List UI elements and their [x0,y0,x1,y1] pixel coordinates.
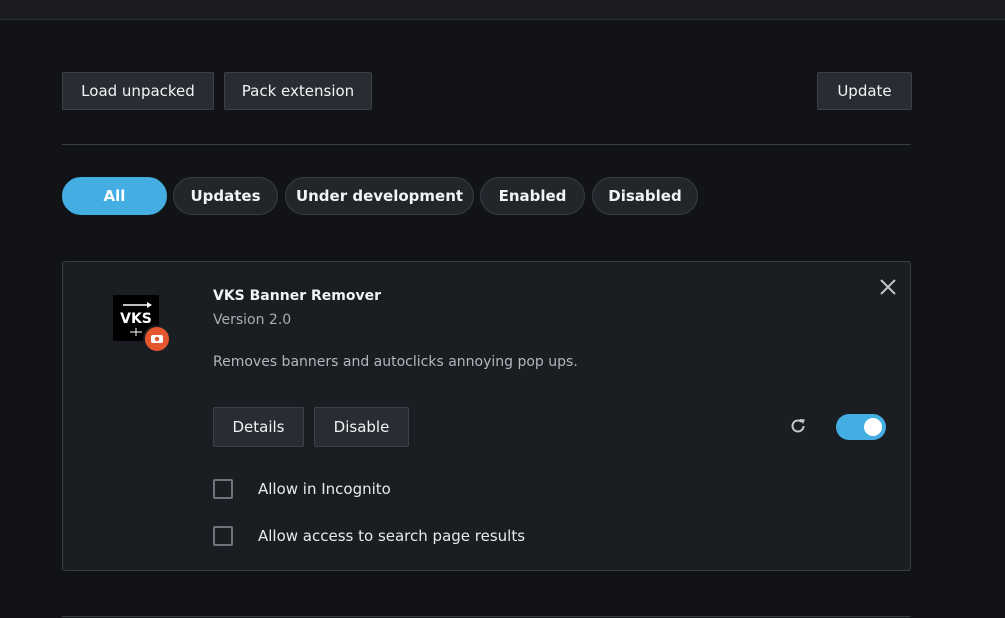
details-button[interactable]: Details [213,407,304,447]
filter-under-development[interactable]: Under development [285,177,474,215]
toolbar-divider [62,144,911,145]
toggle-knob [864,418,882,436]
logo-text: VKS [120,311,152,327]
allow-incognito-checkbox[interactable] [213,479,233,499]
extension-version: Version 2.0 [213,312,292,328]
top-bar [0,0,1005,20]
update-button[interactable]: Update [817,72,912,110]
pack-extension-button[interactable]: Pack extension [224,72,372,110]
allow-search-results-checkbox[interactable] [213,526,233,546]
extension-description: Removes banners and autoclicks annoying … [213,354,578,370]
allow-incognito-label: Allow in Incognito [258,480,391,498]
opera-extension-badge-icon [143,325,171,353]
filter-disabled[interactable]: Disabled [592,177,698,215]
filter-enabled[interactable]: Enabled [480,177,585,215]
extension-card: VKS VKS Banner Remover Version 2.0 Remov… [62,261,911,571]
extension-name: VKS Banner Remover [213,288,381,304]
filter-all[interactable]: All [62,177,167,215]
disable-button[interactable]: Disable [314,407,409,447]
allow-search-results-label: Allow access to search page results [258,527,526,545]
next-card-edge [62,616,911,617]
load-unpacked-button[interactable]: Load unpacked [62,72,214,110]
reload-icon[interactable] [788,416,808,436]
extension-enable-toggle[interactable] [836,414,886,440]
filter-updates[interactable]: Updates [173,177,278,215]
close-icon[interactable] [878,277,898,297]
